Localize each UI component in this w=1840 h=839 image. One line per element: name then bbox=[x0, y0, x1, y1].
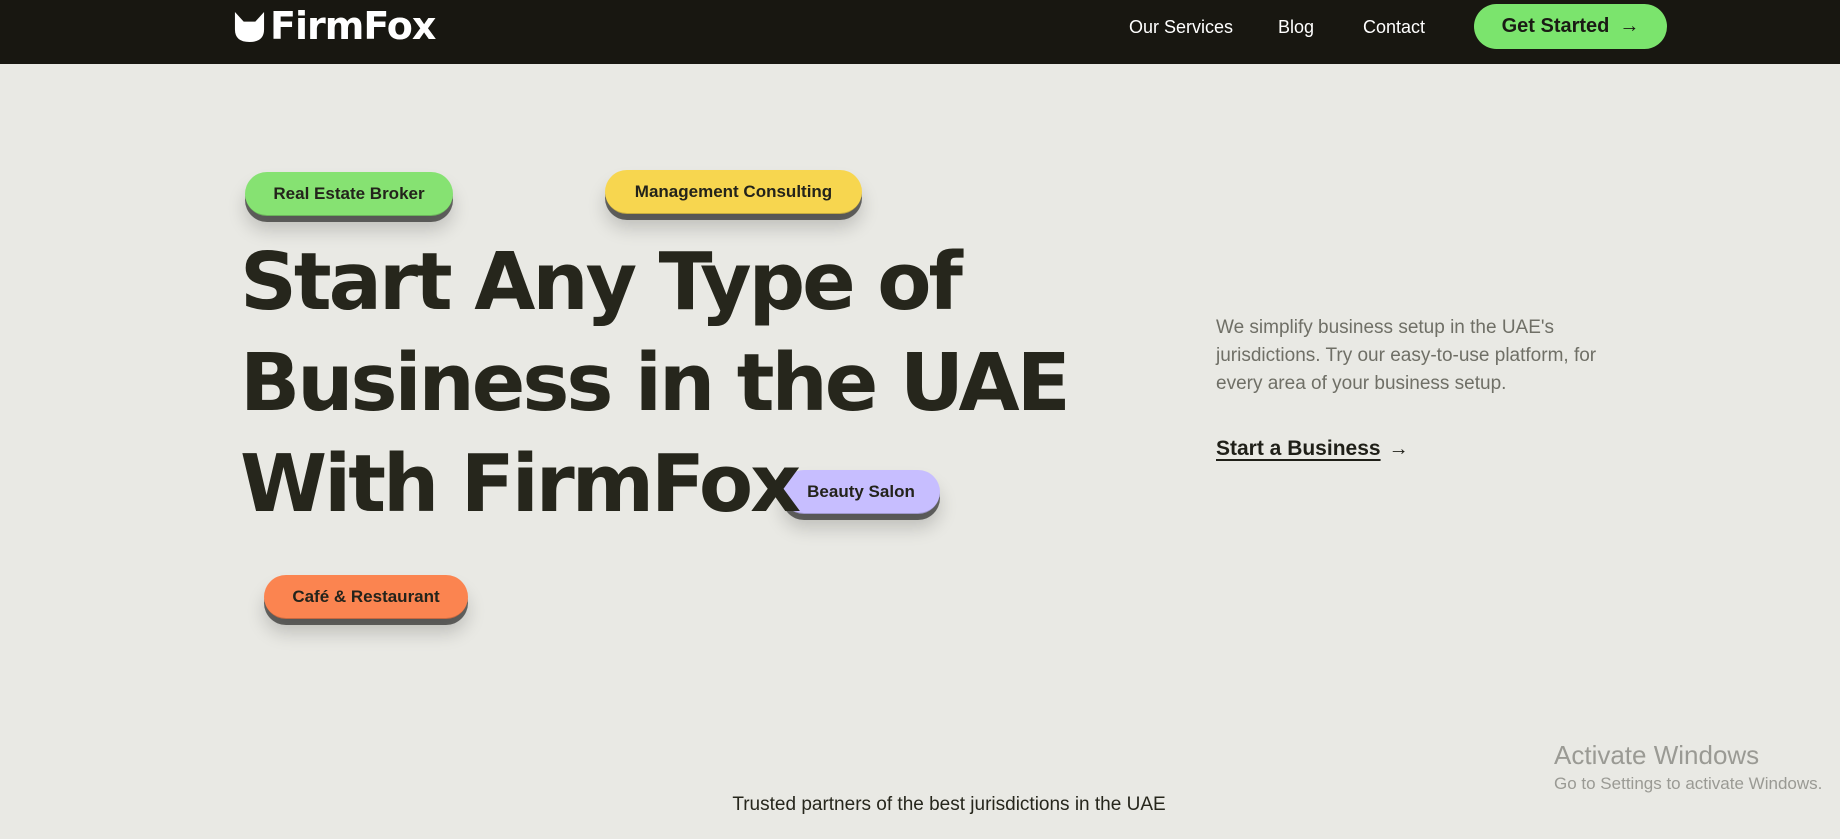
logo-text: FirmFox bbox=[270, 4, 436, 48]
nav-contact[interactable]: Contact bbox=[1363, 17, 1425, 38]
top-navigation-bar: FirmFox Our Services Blog Contact Get St… bbox=[0, 0, 1840, 64]
get-started-label: Get Started bbox=[1501, 15, 1610, 37]
trusted-partners-text: Trusted partners of the best jurisdictio… bbox=[732, 794, 1166, 815]
headline-line: With FirmFox bbox=[240, 438, 801, 530]
headline-line: Start Any Type of bbox=[240, 236, 963, 328]
tag-cafe-restaurant[interactable]: Café & Restaurant bbox=[264, 575, 468, 619]
watermark-subtitle: Go to Settings to activate Windows. bbox=[1554, 774, 1823, 793]
fox-head-icon bbox=[234, 11, 265, 42]
hero-description: We simplify business setup in the UAE's … bbox=[1216, 317, 1597, 394]
windows-activation-watermark: Activate Windows Go to Settings to activ… bbox=[1554, 739, 1840, 795]
arrow-right-icon: → bbox=[1388, 437, 1409, 460]
start-a-business-label: Start a Business bbox=[1216, 437, 1381, 460]
start-a-business-link[interactable]: Start a Business → bbox=[1216, 437, 1409, 461]
nav-blog[interactable]: Blog bbox=[1278, 17, 1314, 38]
get-started-button[interactable]: Get Started → bbox=[1474, 4, 1667, 49]
headline-line: Business in the UAE bbox=[240, 337, 1071, 429]
hero-headline: Start Any Type of Business in the UAE Wi… bbox=[240, 232, 1071, 535]
watermark-title: Activate Windows bbox=[1554, 740, 1760, 770]
nav-our-services[interactable]: Our Services bbox=[1129, 17, 1233, 38]
tag-real-estate-broker[interactable]: Real Estate Broker bbox=[245, 172, 453, 216]
tag-management-consulting[interactable]: Management Consulting bbox=[605, 170, 862, 214]
logo[interactable]: FirmFox bbox=[233, 4, 436, 48]
arrow-right-icon: → bbox=[1619, 15, 1640, 37]
